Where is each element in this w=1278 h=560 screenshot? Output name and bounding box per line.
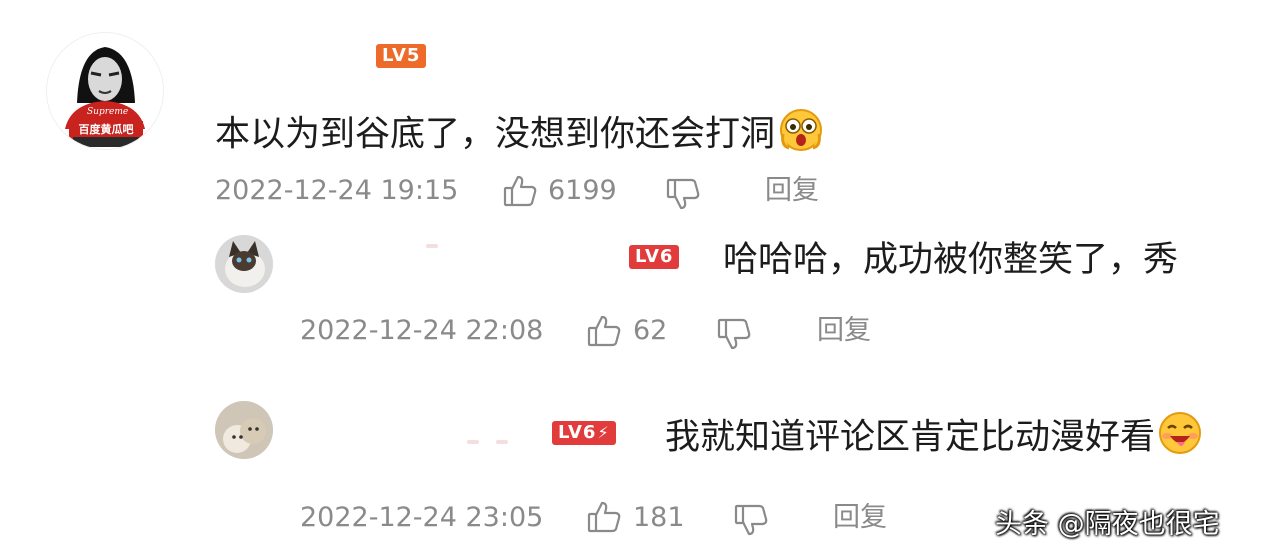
comment-body: 我就知道评论区肯定比动漫好看 [665, 417, 1156, 458]
like-count: 62 [633, 315, 668, 346]
level-badge: LV5 [376, 44, 427, 68]
level-badge: LV6⚡ [552, 421, 616, 445]
comment-text: 我就知道评论区肯定比动漫好看 [665, 410, 1203, 467]
thumbs-down-icon[interactable] [665, 176, 701, 216]
avatar-caption: 百度黄瓜吧 [78, 123, 134, 136]
thumbs-up-icon[interactable] [586, 499, 622, 539]
username-redacted [496, 440, 508, 444]
reply-button[interactable]: 回复 [765, 174, 819, 208]
comment-timestamp: 2022-12-24 22:08 [300, 315, 544, 346]
comment-text: 哈哈哈，成功被你整笑了，秀 [723, 240, 1179, 280]
thumbs-up-icon[interactable] [586, 313, 622, 353]
avatar-script-text: Supreme [87, 107, 129, 117]
thumbs-down-icon[interactable] [716, 316, 752, 356]
level-badge: LV6 [629, 245, 680, 269]
avatar-image [215, 401, 273, 459]
scared-face-emoji-icon [777, 106, 825, 165]
comment-text: 本以为到谷底了，没想到你还会打洞 [215, 106, 825, 165]
drooling-face-emoji-icon [1157, 410, 1203, 467]
reply-button[interactable]: 回复 [833, 501, 887, 535]
username-redacted [426, 244, 438, 248]
like-count: 181 [633, 502, 685, 533]
username-redacted [467, 440, 479, 444]
comment-timestamp: 2022-12-24 19:15 [215, 175, 459, 206]
like-count: 6199 [548, 175, 617, 206]
avatar[interactable] [215, 235, 273, 293]
level-text: LV6 [558, 422, 597, 443]
avatar-image [215, 235, 273, 293]
comment-timestamp: 2022-12-24 23:05 [300, 502, 544, 533]
watermark: 头条 @隔夜也很宅 [995, 509, 1220, 540]
thumbs-up-icon[interactable] [502, 173, 538, 213]
avatar[interactable] [215, 401, 273, 459]
avatar[interactable]: Supreme 百度黄瓜吧 [46, 32, 164, 150]
reply-button[interactable]: 回复 [817, 314, 871, 348]
thumbs-down-icon[interactable] [733, 502, 769, 542]
lightning-icon: ⚡ [597, 423, 610, 442]
comment-body: 本以为到谷底了，没想到你还会打洞 [215, 114, 776, 155]
